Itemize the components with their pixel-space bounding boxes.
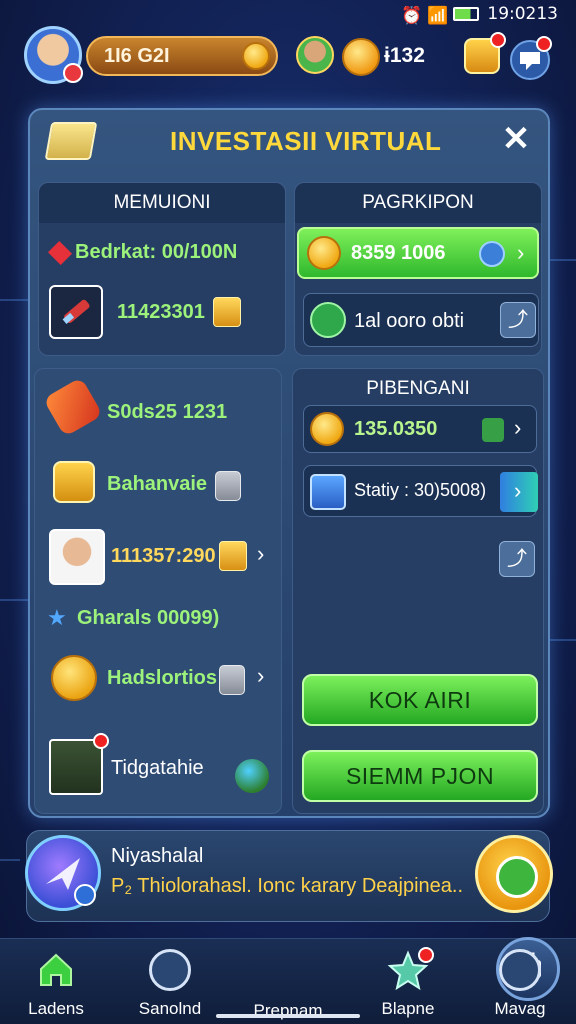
list-item-4[interactable]: Gharals 00099) xyxy=(77,607,219,630)
player-avatar[interactable] xyxy=(24,26,83,84)
right-top-row2-pill[interactable]: 1al ooro obti ⤴ xyxy=(303,293,539,347)
notice-title: Niyashalal xyxy=(111,845,204,867)
rewards-badge xyxy=(418,947,434,963)
nav-settings-label: Mavag xyxy=(494,999,546,1018)
settings-icon xyxy=(499,949,541,991)
gold-cube-icon xyxy=(219,541,247,571)
share-button[interactable]: ⤴ xyxy=(500,302,536,338)
primary-action-button[interactable]: KOK AIRI xyxy=(302,674,538,726)
ruby-icon xyxy=(47,240,73,266)
nav-home-label: Ladens xyxy=(28,999,84,1018)
chevron-right-button[interactable]: › xyxy=(500,472,538,512)
ledger-icon xyxy=(44,122,98,160)
gem-count: ɨ132 xyxy=(384,44,425,67)
arrow-up-icon xyxy=(310,302,346,338)
right-bottom-row1: 135.0350 xyxy=(354,418,438,440)
nav-home[interactable]: Ladens xyxy=(8,945,104,1021)
chest-alert-badge xyxy=(490,32,506,48)
star-icon xyxy=(387,947,434,991)
list-item-2[interactable]: Bahanvaie xyxy=(107,473,207,496)
list-item-5[interactable]: Hadslortios xyxy=(107,667,217,690)
notice-bar[interactable]: Niyashalal P₂ Thiolorahasl. Ionc karary … xyxy=(25,830,553,922)
nav-search-label: Sanolnd xyxy=(138,999,202,1018)
silver-can-icon xyxy=(219,665,245,695)
panel-header: INVESTASII VIRTUAL ✕ xyxy=(30,110,548,174)
nav-settings[interactable]: Mavag xyxy=(472,945,568,1021)
right-top-row1-pill[interactable]: 8359 1006 › xyxy=(297,227,539,279)
coin-balance-bar[interactable]: 1Ɩ6 G2I xyxy=(86,36,278,76)
left-list-card: S0ds25 1231 Bahanvaie 111357:290 › ★ Gha… xyxy=(34,368,282,814)
right-bottom-card: PIBENGANI 135.0350 › Statiy : 30)5008) ›… xyxy=(292,368,544,814)
notice-message: P₂ Thiolorahasl. Ionc karary Deajpinea.. xyxy=(111,875,464,897)
gear-icon xyxy=(479,241,505,267)
panel-title: INVESTASII VIRTUAL xyxy=(170,126,442,156)
alarm-icon: ⏰ xyxy=(401,6,423,26)
rocket-icon xyxy=(42,376,104,438)
chevron-right-icon: › xyxy=(257,541,265,566)
green-tag-icon xyxy=(482,418,504,442)
right-bottom-row1-pill[interactable]: 135.0350 › xyxy=(303,405,537,453)
gold-coin-icon[interactable] xyxy=(342,38,380,76)
microphone-icon xyxy=(49,733,109,795)
right-top-row2: 1al ooro obti xyxy=(354,310,465,332)
wifi-icon: 📶 xyxy=(427,6,449,26)
notification-badge xyxy=(536,36,552,52)
home-indicator xyxy=(216,1014,360,1018)
close-button[interactable]: ✕ xyxy=(500,122,532,156)
gold-medal-icon xyxy=(51,655,97,701)
top-bar: 1Ɩ6 G2I ɨ132 xyxy=(24,26,554,86)
left-top-row1: Bedrkat: 00/100N xyxy=(75,241,238,263)
secondary-action-button[interactable]: SIEMM PJON xyxy=(302,750,538,802)
avatar-badge-icon xyxy=(63,63,83,83)
list-item-3[interactable]: 111357:290 xyxy=(111,545,216,568)
coin-icon xyxy=(310,412,344,446)
search-icon xyxy=(149,949,191,991)
paper-plane-icon xyxy=(25,835,101,911)
left-top-header: MEMUIONI xyxy=(39,183,285,223)
share-button[interactable]: ⤴ xyxy=(499,541,535,577)
left-top-card: MEMUIONI Bedrkat: 00/100N 11423301 xyxy=(38,182,286,356)
notification-button[interactable] xyxy=(510,36,552,80)
nav-program[interactable]: Prepnam xyxy=(240,937,560,1021)
right-bottom-row2-pill[interactable]: Statiy : 30)5008) › xyxy=(303,465,538,517)
right-bottom-header: PIBENGANI xyxy=(366,378,470,399)
nav-search[interactable]: Sanolnd xyxy=(122,945,218,1021)
battery-icon xyxy=(453,7,480,21)
notice-action-button[interactable] xyxy=(475,835,553,913)
status-bar: ⏰ 📶 19:0213 xyxy=(0,0,576,28)
nav-rewards[interactable]: Blapne xyxy=(360,945,456,1021)
gold-cube-icon xyxy=(213,297,241,327)
friend-avatar[interactable] xyxy=(296,36,334,74)
coin-icon xyxy=(307,236,341,270)
left-top-row2: 11423301 xyxy=(117,301,205,323)
right-top-row1: 8359 1006 xyxy=(351,242,446,264)
treasure-chest-icon[interactable] xyxy=(464,32,506,74)
upload-badge-icon xyxy=(74,884,96,906)
coin-balance: 1Ɩ6 G2I xyxy=(104,44,170,67)
status-time: 19:0213 xyxy=(487,4,558,24)
right-top-card: PAGRKIPON 8359 1006 › 1al ooro obti ⤴ xyxy=(294,182,542,356)
list-item-1[interactable]: S0ds25 1231 xyxy=(107,401,227,424)
stats-icon xyxy=(310,474,346,510)
envelope-icon xyxy=(53,461,95,503)
coin-icon xyxy=(242,42,270,70)
bottom-navigation: Ladens Sanolnd Prepnam Blapne Mavag xyxy=(0,937,576,1024)
chevron-right-icon: › xyxy=(514,415,522,440)
chevron-right-icon: › xyxy=(517,240,525,265)
nav-rewards-label: Blapne xyxy=(381,999,435,1018)
syringe-icon xyxy=(49,285,103,339)
right-bottom-row2: Statiy : 30)5008) xyxy=(354,480,487,500)
portrait-icon xyxy=(49,529,105,585)
investment-panel: INVESTASII VIRTUAL ✕ MEMUIONI Bedrkat: 0… xyxy=(28,108,550,818)
star-icon: ★ xyxy=(47,605,67,630)
home-icon xyxy=(35,949,77,991)
silver-can-icon xyxy=(215,471,241,501)
list-item-6[interactable]: Tidgatahie xyxy=(111,757,204,780)
nav-program-label: Prepnam xyxy=(253,1001,323,1020)
globe-icon xyxy=(235,759,269,793)
chevron-right-icon: › xyxy=(257,663,265,688)
right-top-header: PAGRKIPON xyxy=(295,183,541,223)
